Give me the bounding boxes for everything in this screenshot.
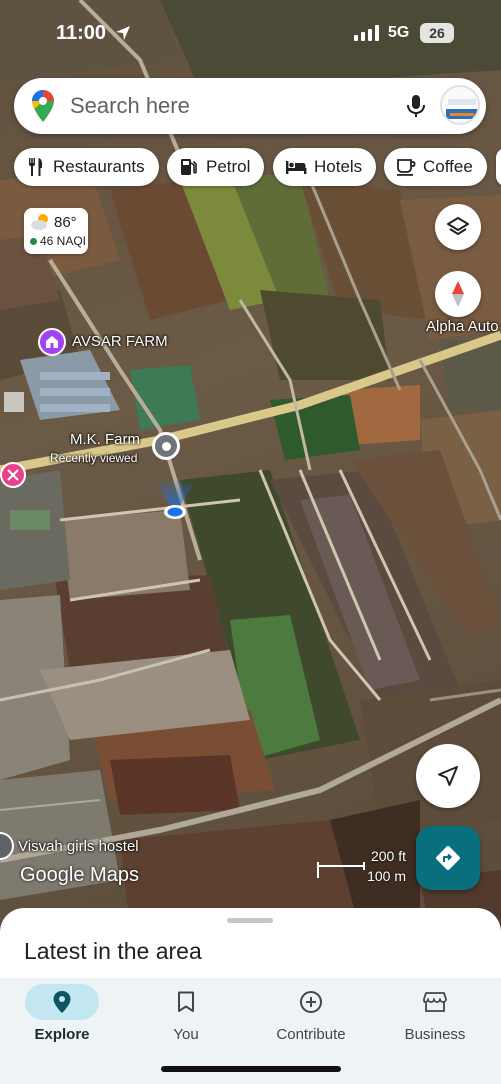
home-indicator[interactable] (161, 1066, 341, 1072)
nav-label: Contribute (276, 1026, 346, 1043)
navigation-arrow-icon (438, 766, 458, 786)
directions-button[interactable] (416, 826, 480, 890)
map-label-alpha-auto[interactable]: Alpha Auto (426, 318, 499, 335)
plus-circle-icon (300, 991, 322, 1013)
nav-business[interactable]: Business (385, 978, 485, 1054)
fork-knife-icon (29, 158, 42, 176)
nav-label: You (173, 1026, 199, 1043)
scale-bar (317, 862, 365, 878)
layers-icon (447, 217, 469, 235)
tools-icon (7, 469, 19, 481)
status-bar: 11:00 5G 26 (0, 0, 501, 62)
battery-indicator: 26 (420, 23, 454, 43)
air-quality-index: 46 NAQI (40, 234, 87, 248)
fuel-icon (181, 159, 197, 175)
place-marker-pink[interactable] (0, 462, 26, 488)
marker-dot (161, 441, 171, 451)
current-location-indicator[interactable] (150, 476, 200, 522)
chip-label: Coffee (423, 157, 473, 176)
google-maps-pin-icon (32, 90, 54, 122)
microphone-icon[interactable] (402, 92, 430, 120)
sheet-title: Latest in the area (24, 938, 202, 964)
partly-cloudy-icon (31, 214, 48, 230)
nav-you-pill (149, 984, 223, 1020)
chip-label: Petrol (206, 157, 251, 176)
nav-business-pill (398, 984, 472, 1020)
account-avatar[interactable] (440, 85, 480, 125)
weather-temperature: 86° (54, 214, 77, 231)
chip-more[interactable] (496, 148, 501, 186)
storefront-icon (423, 992, 447, 1012)
avsar-farm-marker[interactable] (38, 328, 66, 356)
pin-icon (53, 991, 71, 1013)
category-chips: Restaurants Petrol Hotels Coffee (0, 148, 501, 186)
status-time: 11:00 (56, 22, 107, 44)
chip-label: Hotels (314, 157, 363, 176)
nav-explore[interactable]: Explore (12, 978, 112, 1054)
search-input[interactable]: Search here (70, 93, 190, 119)
nav-you[interactable]: You (136, 978, 236, 1054)
network-type: 5G (388, 24, 410, 41)
chip-coffee[interactable]: Coffee (384, 148, 487, 186)
nav-label: Explore (34, 1026, 90, 1043)
nav-label: Business (404, 1026, 466, 1043)
bottom-sheet[interactable]: Latest in the area (0, 908, 501, 988)
map-scale: 200 ft 100 m (316, 848, 412, 884)
sheet-drag-handle[interactable] (227, 918, 273, 923)
bookmark-icon (178, 991, 194, 1012)
search-bar[interactable]: Search here (14, 78, 486, 134)
compass-icon (452, 281, 464, 307)
chip-restaurants[interactable]: Restaurants (14, 148, 159, 186)
chip-label: Restaurants (53, 157, 145, 176)
layers-button[interactable] (435, 204, 481, 250)
signal-bars-icon (354, 25, 379, 41)
recent-place-marker[interactable] (152, 432, 180, 460)
map-label-hostel[interactable]: Visvah girls hostel (18, 838, 139, 855)
my-location-button[interactable] (416, 744, 480, 808)
compass-button[interactable] (435, 271, 481, 317)
aqi-status-dot (30, 238, 37, 245)
farm-house-icon (46, 336, 58, 348)
google-maps-logo: Google Maps (20, 864, 139, 886)
directions-icon (436, 846, 460, 870)
map-label-recently-viewed: Recently viewed (50, 451, 138, 465)
avatar-image (442, 87, 478, 123)
bed-icon (286, 161, 307, 174)
nav-contribute[interactable]: Contribute (261, 978, 361, 1054)
nav-contribute-pill (274, 984, 348, 1020)
map-label-avsar-farm[interactable]: AVSAR FARM (72, 333, 168, 350)
coffee-cup-icon (397, 159, 416, 176)
location-arrow-icon (116, 26, 130, 40)
map-label-mk-farm[interactable]: M.K. Farm (70, 431, 140, 448)
chip-petrol[interactable]: Petrol (167, 148, 265, 186)
chip-hotels[interactable]: Hotels (273, 148, 377, 186)
nav-explore-pill (25, 984, 99, 1020)
weather-widget[interactable]: 86° 46 NAQI (24, 208, 88, 254)
